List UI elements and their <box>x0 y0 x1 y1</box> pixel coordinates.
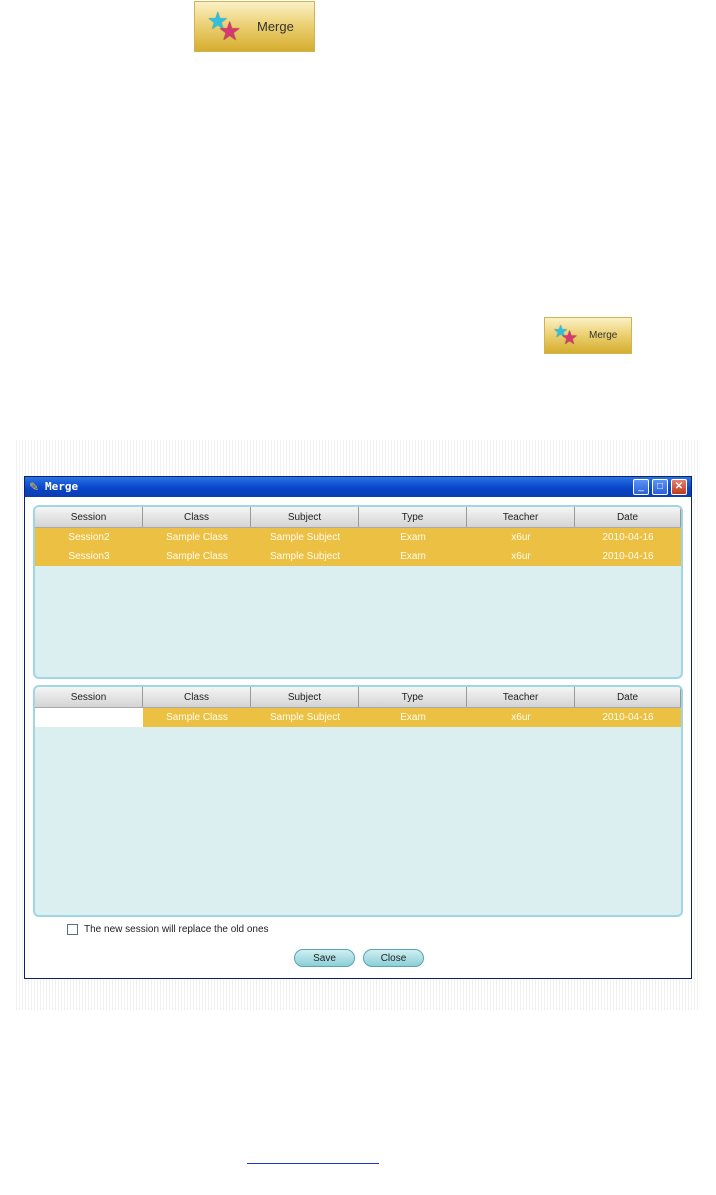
cell-type: Exam <box>400 551 426 562</box>
column-header-session[interactable]: Session <box>35 507 143 527</box>
table-header: Session Class Subject Type Teacher Date <box>35 687 681 708</box>
window-close-button[interactable]: ✕ <box>671 479 687 495</box>
table-row[interactable]: Sample Class Sample Subject Exam x6ur 20… <box>35 708 681 727</box>
maximize-icon: □ <box>656 481 664 492</box>
save-button[interactable]: Save <box>294 949 355 967</box>
cell-class: Sample Class <box>166 532 228 543</box>
cell-subject: Sample Subject <box>269 532 341 543</box>
column-header-subject[interactable]: Subject <box>251 507 359 527</box>
cell-session: Session2 <box>68 532 110 543</box>
minimize-button[interactable]: _ <box>633 479 649 495</box>
column-header-class[interactable]: Class <box>143 507 251 527</box>
merged-session-table: Session Class Subject Type Teacher Date … <box>33 685 683 917</box>
hyperlink-underline[interactable] <box>247 1163 379 1164</box>
table-header: Session Class Subject Type Teacher Date <box>35 507 681 528</box>
cell-date: 2010-04-16 <box>602 551 654 562</box>
column-header-teacher[interactable]: Teacher <box>467 507 575 527</box>
window-title: Merge <box>45 480 79 493</box>
title-bar[interactable]: ✎ Merge _ □ ✕ <box>25 477 691 497</box>
cell-subject: Sample Subject <box>269 712 341 723</box>
merge-button-label: Merge <box>589 330 618 341</box>
merge-dialog: ✎ Merge _ □ ✕ Session Class Subject Type… <box>24 476 692 979</box>
replace-option: The new session will replace the old one… <box>67 924 269 935</box>
close-button[interactable]: Close <box>363 949 424 967</box>
column-header-date[interactable]: Date <box>575 687 681 707</box>
maximize-button[interactable]: □ <box>652 479 668 495</box>
merge-button-large[interactable]: ★ ★ Merge <box>194 1 315 52</box>
merge-button-label: Merge <box>257 19 294 34</box>
cell-class: Sample Class <box>166 551 228 562</box>
column-header-type[interactable]: Type <box>359 507 467 527</box>
stars-icon: ★ ★ <box>553 321 579 349</box>
cell-session: Session3 <box>68 551 110 562</box>
replace-checkbox[interactable] <box>67 924 78 935</box>
cell-teacher: x6ur <box>511 532 531 543</box>
column-header-session[interactable]: Session <box>35 687 143 707</box>
close-icon: ✕ <box>674 481 684 492</box>
cell-subject: Sample Subject <box>269 551 341 562</box>
column-header-teacher[interactable]: Teacher <box>467 687 575 707</box>
session-name-input[interactable] <box>35 708 143 727</box>
column-header-class[interactable]: Class <box>143 687 251 707</box>
cell-type: Exam <box>400 532 426 543</box>
column-header-subject[interactable]: Subject <box>251 687 359 707</box>
minimize-icon: _ <box>638 481 644 492</box>
table-row[interactable]: Session3 Sample Class Sample Subject Exa… <box>35 547 681 566</box>
table-row[interactable]: Session2 Sample Class Sample Subject Exa… <box>35 528 681 547</box>
cell-teacher: x6ur <box>511 551 531 562</box>
merge-button-small[interactable]: ★ ★ Merge <box>544 317 632 354</box>
cell-date: 2010-04-16 <box>602 532 654 543</box>
column-header-type[interactable]: Type <box>359 687 467 707</box>
cell-teacher: x6ur <box>511 712 531 723</box>
replace-checkbox-label: The new session will replace the old one… <box>84 924 269 935</box>
stars-icon: ★ ★ <box>207 7 242 46</box>
sessions-table: Session Class Subject Type Teacher Date … <box>33 505 683 679</box>
app-icon: ✎ <box>29 480 40 494</box>
column-header-date[interactable]: Date <box>575 507 681 527</box>
cell-date: 2010-04-16 <box>602 712 654 723</box>
cell-type: Exam <box>400 712 426 723</box>
cell-class: Sample Class <box>166 712 228 723</box>
